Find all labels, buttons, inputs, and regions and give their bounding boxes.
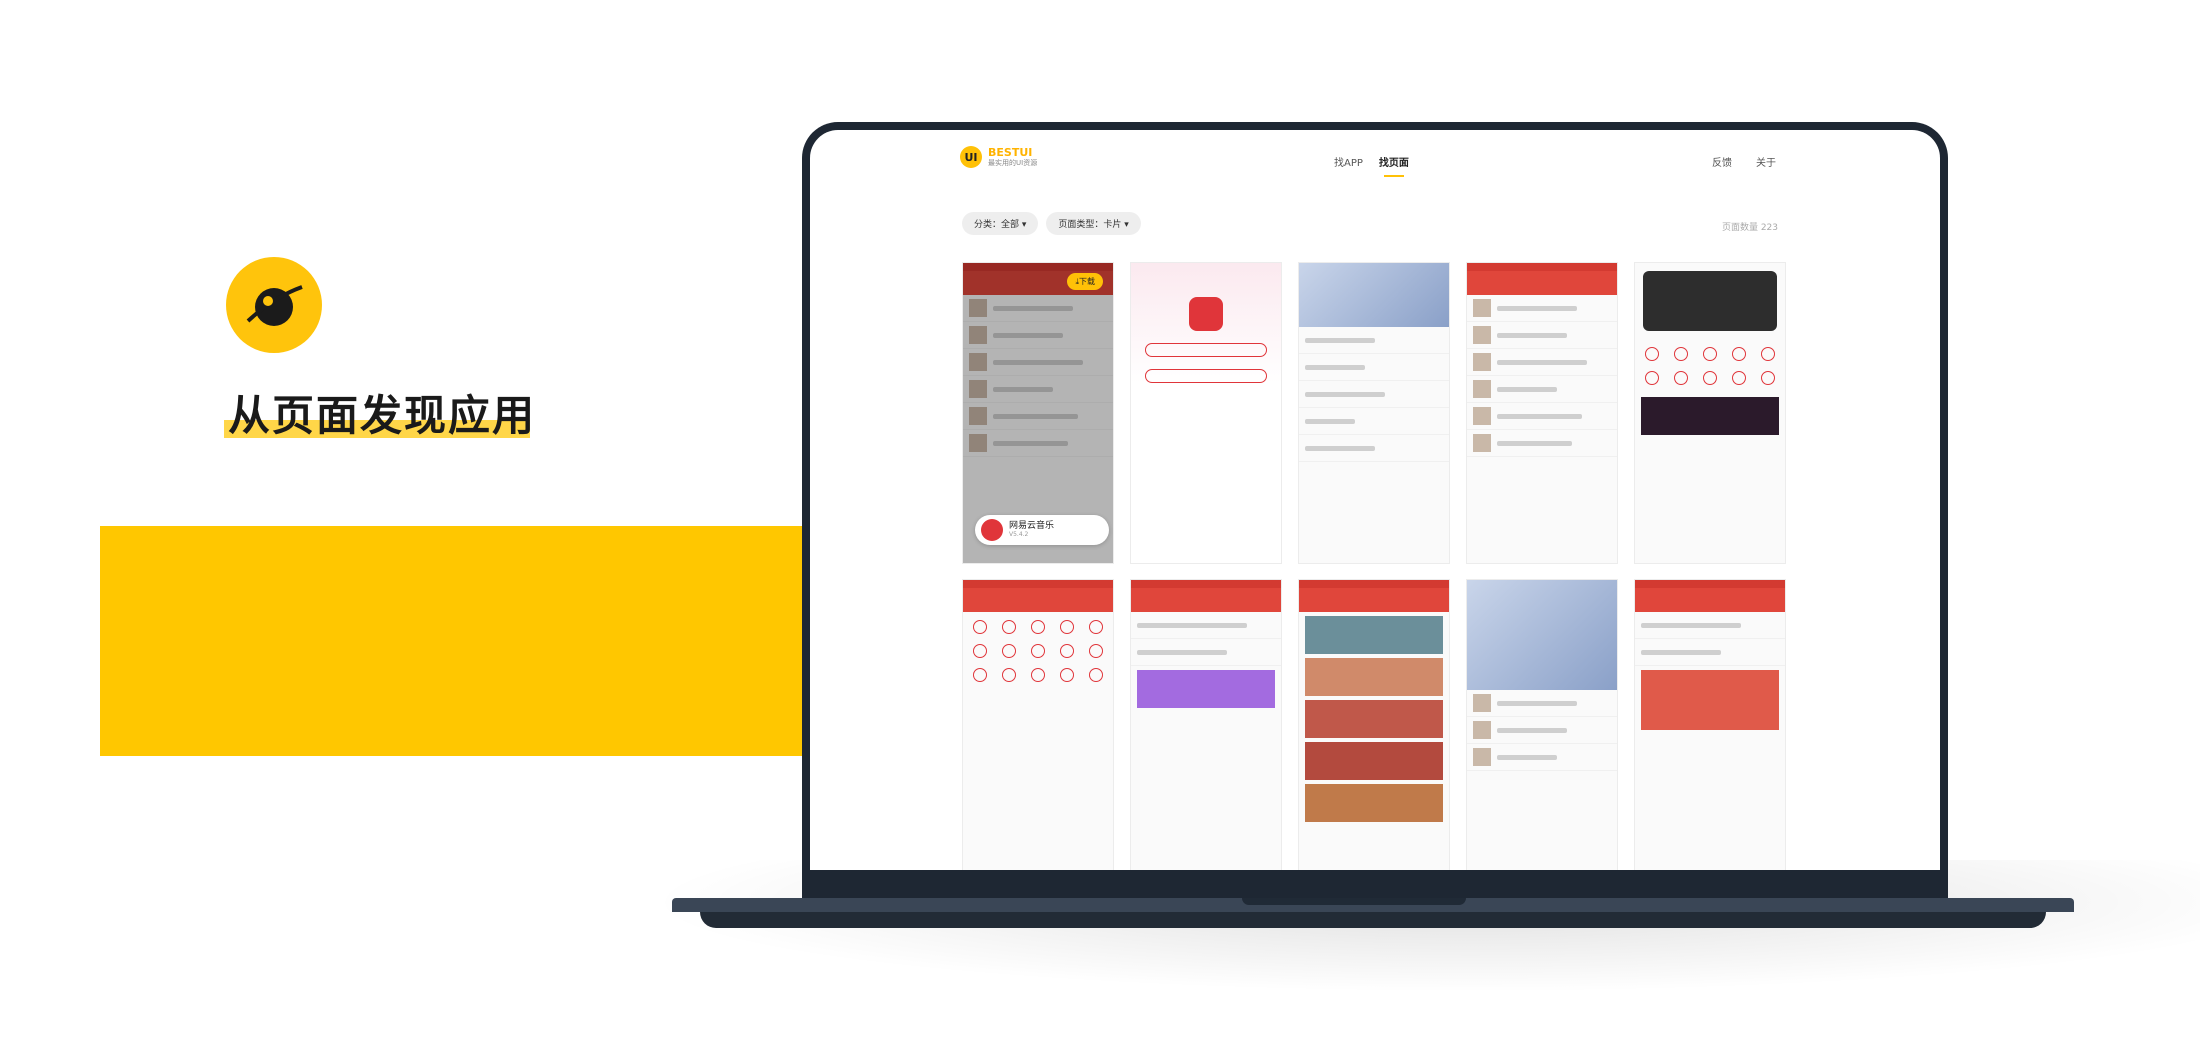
screenshot-card[interactable]: [1130, 579, 1282, 870]
planet-logo-icon: [226, 257, 322, 353]
screenshot-card[interactable]: [1634, 579, 1786, 870]
screenshot-card[interactable]: [1298, 579, 1450, 870]
screenshot-grid-row-1: ⤓下载 网易云音乐 V5.4.2: [962, 262, 1786, 564]
site-brand[interactable]: UI BESTUI 最实用的UI资源: [960, 146, 1037, 168]
category-filter[interactable]: 分类：全部 ▾: [962, 212, 1039, 235]
app-badge[interactable]: 网易云音乐 V5.4.2: [975, 515, 1109, 545]
netease-music-icon: [981, 519, 1003, 541]
laptop-screen: UI BESTUI 最实用的UI资源 找APP 找页面 反馈 关于 分类：全部 …: [810, 130, 1940, 870]
app-name: 网易云音乐: [1009, 520, 1055, 531]
laptop-base-lower: [700, 912, 2046, 928]
screenshot-card[interactable]: [1130, 262, 1282, 564]
app-version: V5.4.2: [1009, 531, 1029, 539]
page-type-filter[interactable]: 页面类型：卡片 ▾: [1046, 212, 1141, 235]
download-button[interactable]: ⤓下载: [1067, 273, 1103, 290]
netease-logo-icon: [1189, 297, 1223, 331]
screenshot-card[interactable]: [1298, 262, 1450, 564]
laptop-notch: [1242, 898, 1466, 905]
screenshot-card[interactable]: [1466, 579, 1618, 870]
nav-find-page[interactable]: 找页面: [1379, 154, 1409, 177]
screenshot-grid-row-2: [962, 579, 1786, 870]
about-link[interactable]: 关于: [1756, 154, 1776, 169]
brand-badge: UI: [960, 146, 982, 168]
yellow-block: [100, 526, 804, 756]
brand-name: BESTUI: [988, 146, 1033, 159]
screenshot-card[interactable]: ⤓下载 网易云音乐 V5.4.2: [962, 262, 1114, 564]
page-count: 页面数量 223: [1721, 223, 1778, 233]
top-right-links: 反馈 关于: [1712, 154, 1776, 169]
nav-find-app[interactable]: 找APP: [1334, 154, 1363, 169]
brand-subtitle: 最实用的UI资源: [988, 159, 1038, 167]
main-nav: 找APP 找页面: [1334, 154, 1409, 177]
feedback-link[interactable]: 反馈: [1712, 154, 1732, 169]
screenshot-card[interactable]: [962, 579, 1114, 870]
screenshot-card[interactable]: [1634, 262, 1786, 564]
screenshot-card[interactable]: [1466, 262, 1618, 564]
filter-bar: 分类：全部 ▾ 页面类型：卡片 ▾: [962, 212, 1141, 235]
promo-headline: 从页面发现应用: [228, 391, 537, 440]
